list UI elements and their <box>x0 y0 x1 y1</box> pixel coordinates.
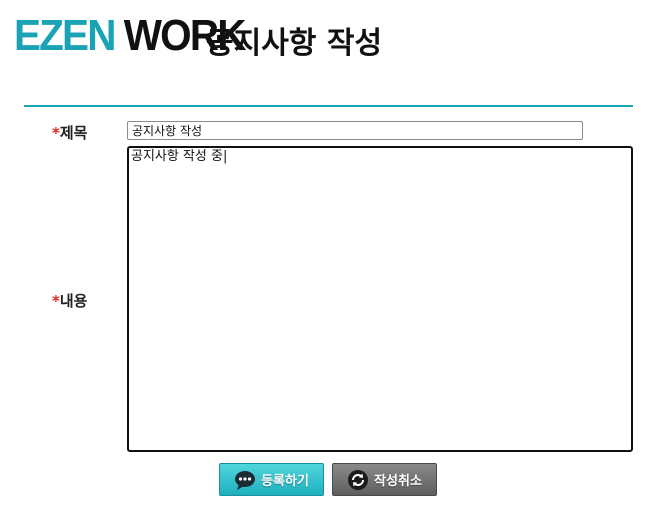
submit-button-label: 등록하기 <box>261 474 309 489</box>
cancel-button-label: 작성취소 <box>374 474 422 489</box>
logo-ezen-text: EZEN <box>14 11 116 60</box>
chat-bubble-icon <box>234 469 256 491</box>
cancel-button[interactable]: 작성취소 <box>332 463 437 496</box>
refresh-icon <box>347 469 369 491</box>
content-label-text: 내용 <box>59 292 88 310</box>
title-label-text: 제목 <box>59 124 88 142</box>
submit-button[interactable]: 등록하기 <box>219 463 324 496</box>
required-mark: * <box>52 292 60 310</box>
title-label: *제목 <box>52 124 87 142</box>
notice-write-page: EZENWORK 공지사항 작성 *제목 *내용 공지사항 작성 중| 등록하기 <box>0 0 649 506</box>
required-mark: * <box>52 124 60 142</box>
header-divider <box>24 105 633 107</box>
content-label: *내용 <box>52 292 87 310</box>
title-input[interactable] <box>127 121 583 140</box>
content-textarea[interactable]: 공지사항 작성 중| <box>127 146 633 452</box>
page-title: 공지사항 작성 <box>206 26 383 61</box>
